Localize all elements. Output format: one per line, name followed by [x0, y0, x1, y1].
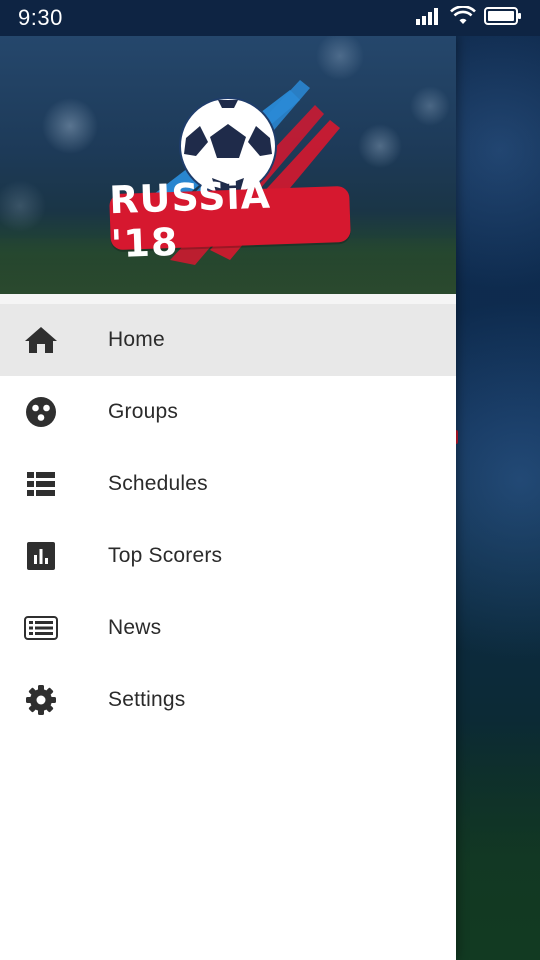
wifi-icon: [450, 4, 476, 31]
menu-item-groups[interactable]: Groups: [0, 376, 456, 448]
home-icon: [24, 323, 58, 357]
menu-label-news: News: [108, 616, 162, 639]
list-icon: [24, 467, 58, 501]
drawer-header: RUSSiA '18: [0, 36, 456, 294]
groups-icon: [24, 395, 58, 429]
menu-item-news[interactable]: News: [0, 592, 456, 664]
russia-18-logo: RUSSiA '18: [100, 60, 360, 270]
status-icons: [416, 4, 522, 31]
bar-chart-icon: [24, 539, 58, 573]
menu-item-top-scorers[interactable]: Top Scorers: [0, 520, 456, 592]
navigation-drawer: RUSSiA '18 Home Groups Schedules Top Sco…: [0, 36, 456, 960]
drawer-menu: Home Groups Schedules Top Scorers News S…: [0, 304, 456, 736]
menu-item-home[interactable]: Home: [0, 304, 456, 376]
signal-icon: [416, 7, 442, 30]
menu-label-home: Home: [108, 328, 165, 351]
menu-label-groups: Groups: [108, 400, 179, 423]
menu-label-top-scorers: Top Scorers: [108, 544, 223, 567]
status-bar: 9:30: [0, 0, 540, 36]
news-icon: [24, 611, 58, 645]
menu-item-schedules[interactable]: Schedules: [0, 448, 456, 520]
gear-icon: [24, 683, 58, 717]
menu-label-schedules: Schedules: [108, 472, 208, 495]
header-divider: [0, 294, 456, 304]
battery-icon: [484, 6, 522, 30]
menu-label-settings: Settings: [108, 688, 186, 711]
menu-item-settings[interactable]: Settings: [0, 664, 456, 736]
logo-text: RUSSiA '18: [109, 173, 351, 266]
status-time: 9:30: [18, 5, 63, 30]
